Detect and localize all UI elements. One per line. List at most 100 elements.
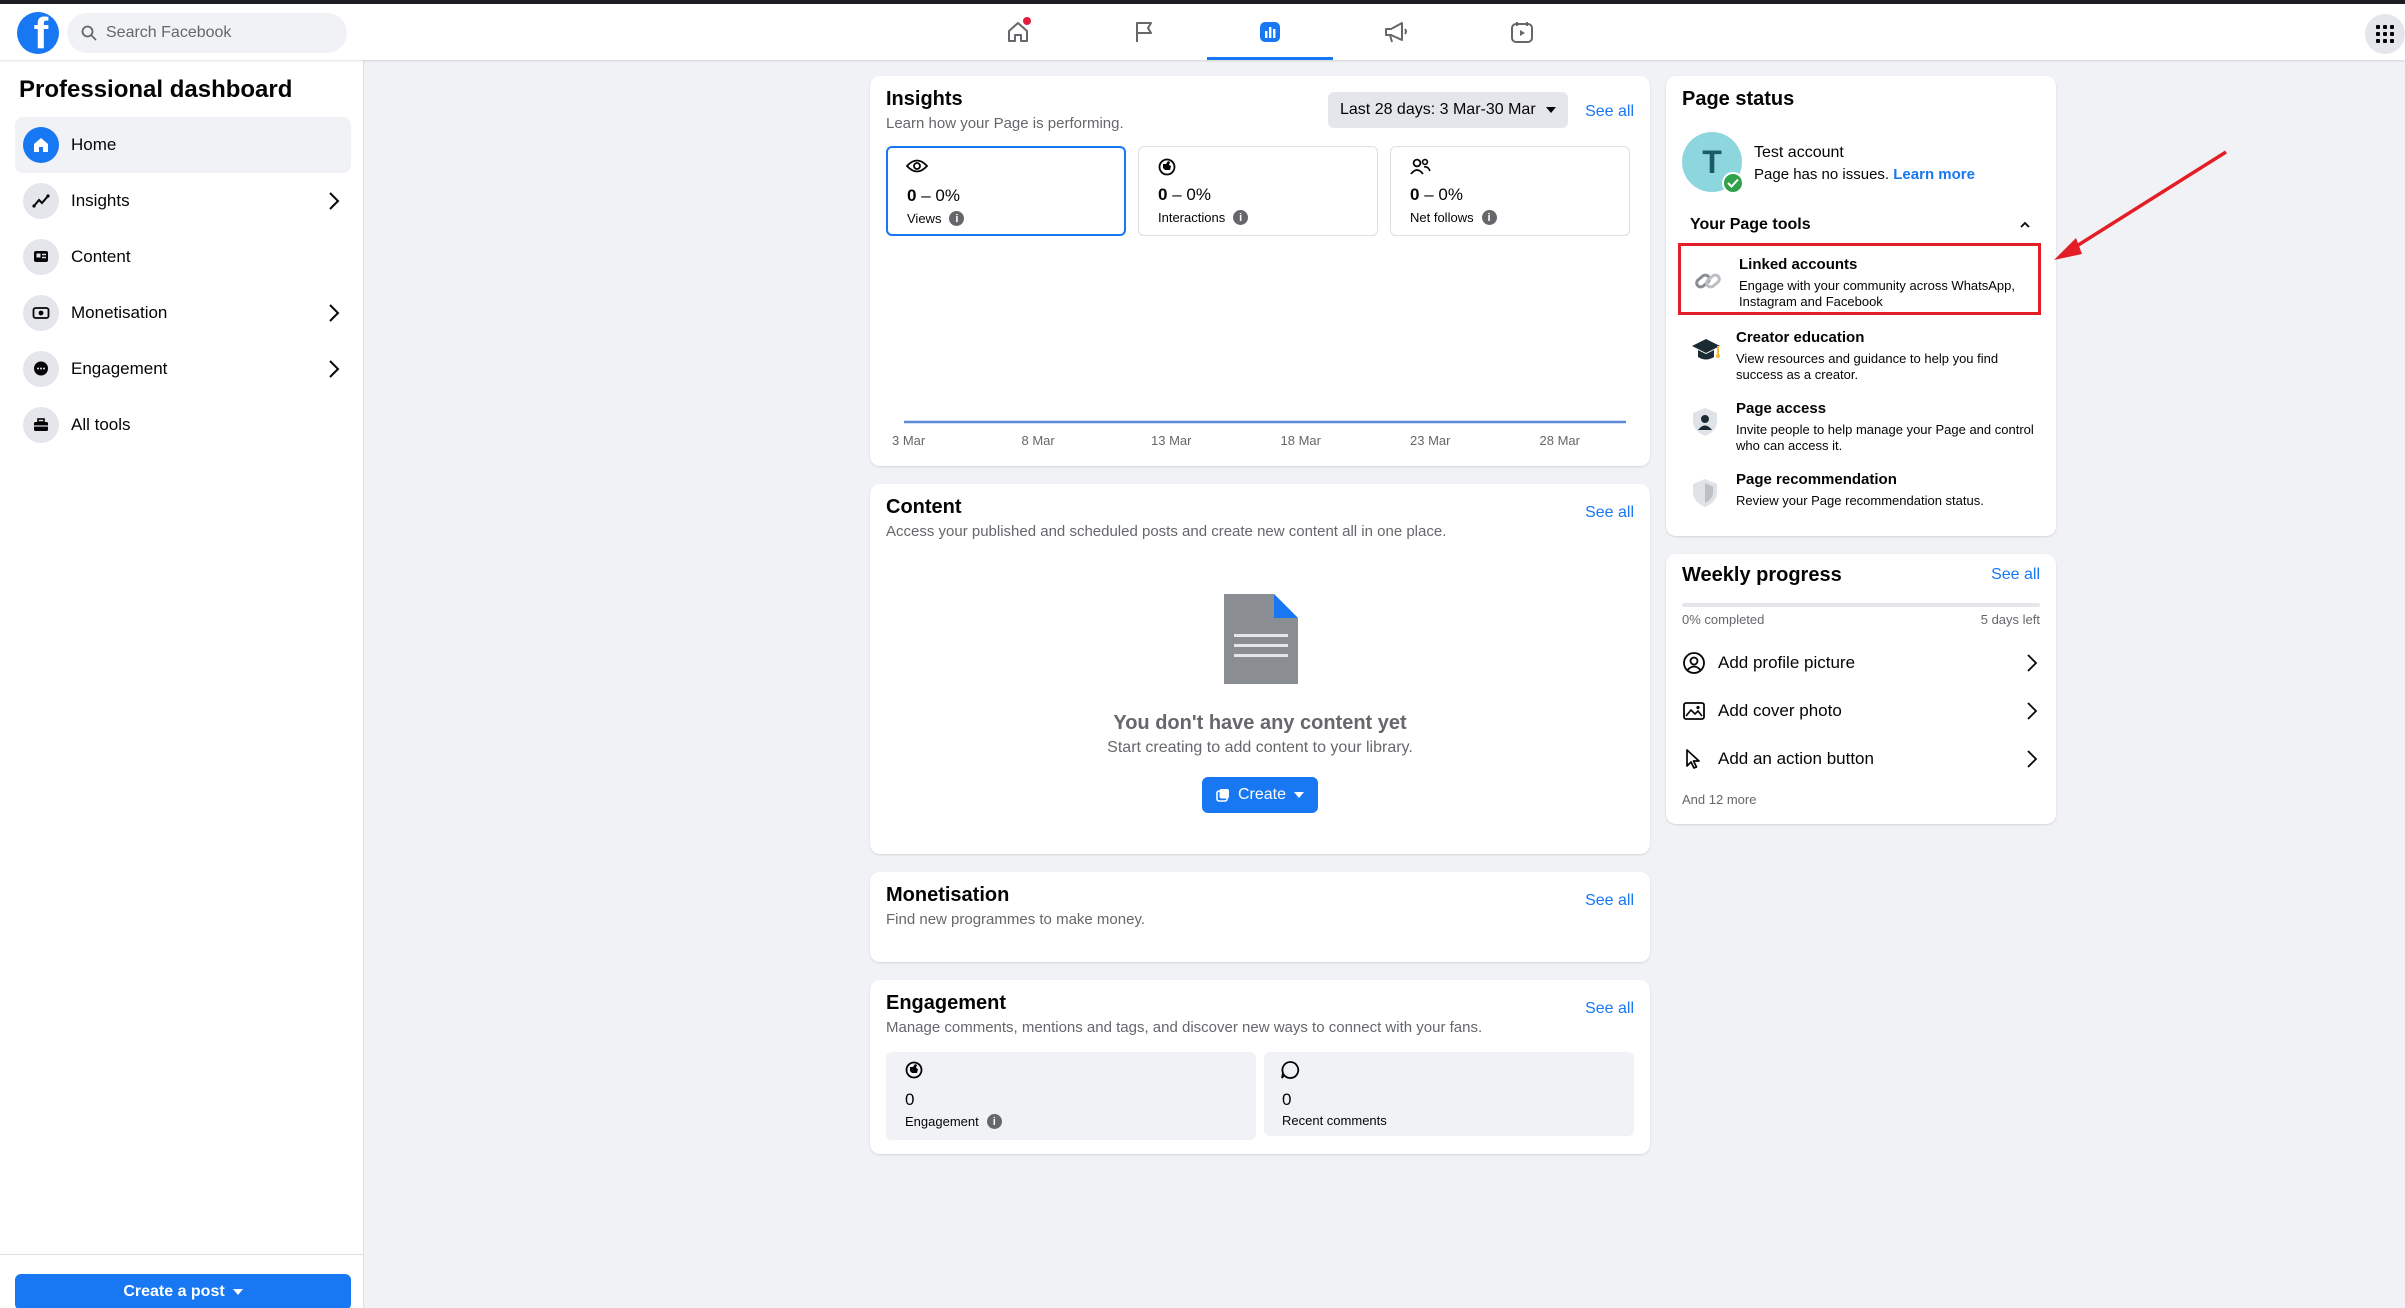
x-tick-label: 23 Mar (1410, 433, 1451, 448)
sidebar-item-label: Insights (71, 191, 130, 210)
tool-page-recommendation[interactable]: Page recommendation Review your Page rec… (1678, 461, 2041, 533)
main-nav-tabs (955, 4, 1585, 60)
metric-net-follows[interactable]: 0 – 0% Net follows i (1390, 146, 1630, 236)
tool-linked-accounts[interactable]: Linked accounts Engage with your communi… (1678, 243, 2041, 315)
insights-see-all-link[interactable]: See all (1585, 103, 1634, 121)
sidebar-item-monetisation[interactable]: Monetisation (15, 285, 351, 341)
tool-creator-education[interactable]: Creator education View resources and gui… (1678, 319, 2041, 391)
megaphone-icon (1385, 22, 1407, 43)
tab-pages[interactable] (1081, 4, 1207, 60)
link-icon (1695, 273, 1721, 289)
x-tick-label: 3 Mar (892, 433, 926, 448)
create-content-button[interactable]: Create (1202, 777, 1318, 813)
add-cover-photo-item[interactable]: Add cover photo (1682, 691, 2040, 731)
sidebar-item-home[interactable]: Home (15, 117, 351, 173)
views-line-chart: 3 Mar 8 Mar 13 Mar 18 Mar 23 Mar 28 Mar (892, 420, 1626, 448)
caret-down-icon (1294, 792, 1305, 798)
tab-home[interactable] (955, 4, 1081, 60)
create-post-button[interactable]: Create a post (15, 1274, 351, 1308)
content-card: Content Access your published and schedu… (870, 484, 1650, 854)
tool-description: View resources and guidance to help you … (1736, 351, 1999, 382)
x-tick-label: 8 Mar (1022, 433, 1056, 448)
empty-content-title: You don't have any content yet (1113, 712, 1407, 734)
more-items-link[interactable]: And 12 more (1682, 792, 1756, 807)
red-arrow-annotation (2054, 150, 2227, 260)
sidebar-item-all-tools[interactable]: All tools (15, 397, 351, 453)
sidebar-item-content[interactable]: Content (15, 229, 351, 285)
tab-planner[interactable] (1459, 4, 1585, 60)
weekly-progress-see-all-link[interactable]: See all (1991, 566, 2040, 584)
monetisation-card: Monetisation Find new programmes to make… (870, 872, 1650, 962)
sidebar-item-engagement[interactable]: Engagement (15, 341, 351, 397)
graduation-cap-icon (1692, 339, 1720, 360)
weekly-progress-card: Weekly progress See all 0% completed 5 d… (1666, 554, 2056, 824)
comment-icon (1281, 1061, 1300, 1079)
days-left-text: 5 days left (1980, 612, 2040, 627)
top-navigation-bar: f (0, 0, 2405, 60)
x-tick-label: 28 Mar (1540, 433, 1581, 448)
notification-dot (1023, 17, 1031, 25)
content-icon (34, 251, 48, 262)
apps-menu-button[interactable] (2365, 14, 2405, 54)
monetisation-see-all-link[interactable]: See all (1585, 892, 1634, 910)
x-tick-label: 13 Mar (1151, 433, 1192, 448)
content-see-all-link[interactable]: See all (1585, 504, 1634, 522)
search-icon (81, 25, 97, 41)
tool-name: Page access (1736, 400, 1827, 417)
tab-insights[interactable] (1207, 4, 1333, 60)
page-status-card: Page status T Test account Page has no i… (1666, 76, 2056, 536)
chevron-right-icon (2027, 702, 2038, 720)
metric-views[interactable]: 0 – 0% Views i (886, 146, 1126, 236)
person-shield-icon (1693, 408, 1717, 436)
sidebar-item-label: Monetisation (71, 303, 168, 322)
engagement-see-all-link[interactable]: See all (1585, 1000, 1634, 1018)
info-icon[interactable]: i (986, 1114, 1002, 1129)
info-icon[interactable]: i (1233, 210, 1249, 225)
document-icon (1224, 594, 1298, 684)
chevron-up-icon[interactable] (2018, 220, 2032, 230)
metric-interactions[interactable]: 0 – 0% Interactions i (1138, 146, 1378, 236)
add-action-button-item[interactable]: Add an action button (1682, 739, 2040, 779)
engagement-subtitle: Manage comments, mentions and tags, and … (886, 1019, 1483, 1036)
engagement-card: Engagement Manage comments, mentions and… (870, 980, 1650, 1154)
learn-more-link[interactable]: Learn more (1893, 166, 1975, 183)
content-subtitle: Access your published and scheduled post… (886, 523, 1447, 540)
caret-down-icon (1545, 107, 1556, 113)
insights-card: Insights Learn how your Page is performi… (870, 76, 1650, 466)
info-icon[interactable]: i (1481, 210, 1497, 225)
tool-name: Linked accounts (1739, 256, 1858, 273)
search-box[interactable] (67, 13, 347, 53)
home-icon (34, 138, 48, 152)
facebook-logo[interactable]: f (17, 12, 59, 54)
sidebar-item-insights[interactable]: Insights (15, 173, 351, 229)
create-post-icon (1216, 789, 1229, 802)
progress-completed-text: 0% completed (1682, 612, 1765, 627)
chat-icon (34, 361, 48, 376)
monetisation-subtitle: Find new programmes to make money. (886, 911, 1145, 928)
toolbox-icon (34, 418, 48, 431)
x-tick-label: 18 Mar (1281, 433, 1322, 448)
search-input[interactable] (106, 24, 326, 42)
eye-icon (906, 159, 928, 173)
insights-subtitle: Learn how your Page is performing. (886, 115, 1124, 132)
profile-icon (1683, 652, 1705, 674)
recent-comments-box[interactable]: 0 Recent comments (1264, 1052, 1634, 1136)
recent-comments-value: 0 (1282, 1090, 1292, 1109)
verified-check-icon (1722, 172, 1744, 194)
trend-icon (32, 194, 50, 208)
cursor-icon (1686, 749, 1700, 769)
page-tools-title: Your Page tools (1690, 216, 1811, 233)
insights-chart-icon (1260, 22, 1280, 42)
sidebar-item-label: Home (71, 135, 117, 154)
tool-description: Review your Page recommendation status. (1736, 493, 1984, 508)
add-profile-picture-item[interactable]: Add profile picture (1682, 643, 2040, 683)
date-range-dropdown[interactable]: Last 28 days: 3 Mar-30 Mar (1328, 92, 1568, 128)
tool-page-access[interactable]: Page access Invite people to help manage… (1678, 390, 2041, 462)
grid-menu-icon (2376, 25, 2394, 43)
account-name: Test account (1754, 144, 1844, 161)
info-icon[interactable]: i (949, 211, 965, 226)
engagement-metric-box[interactable]: 0 Engagement i (886, 1052, 1256, 1140)
tab-ads[interactable] (1333, 4, 1459, 60)
sidebar-title: Professional dashboard (19, 76, 293, 103)
money-icon (32, 307, 50, 319)
